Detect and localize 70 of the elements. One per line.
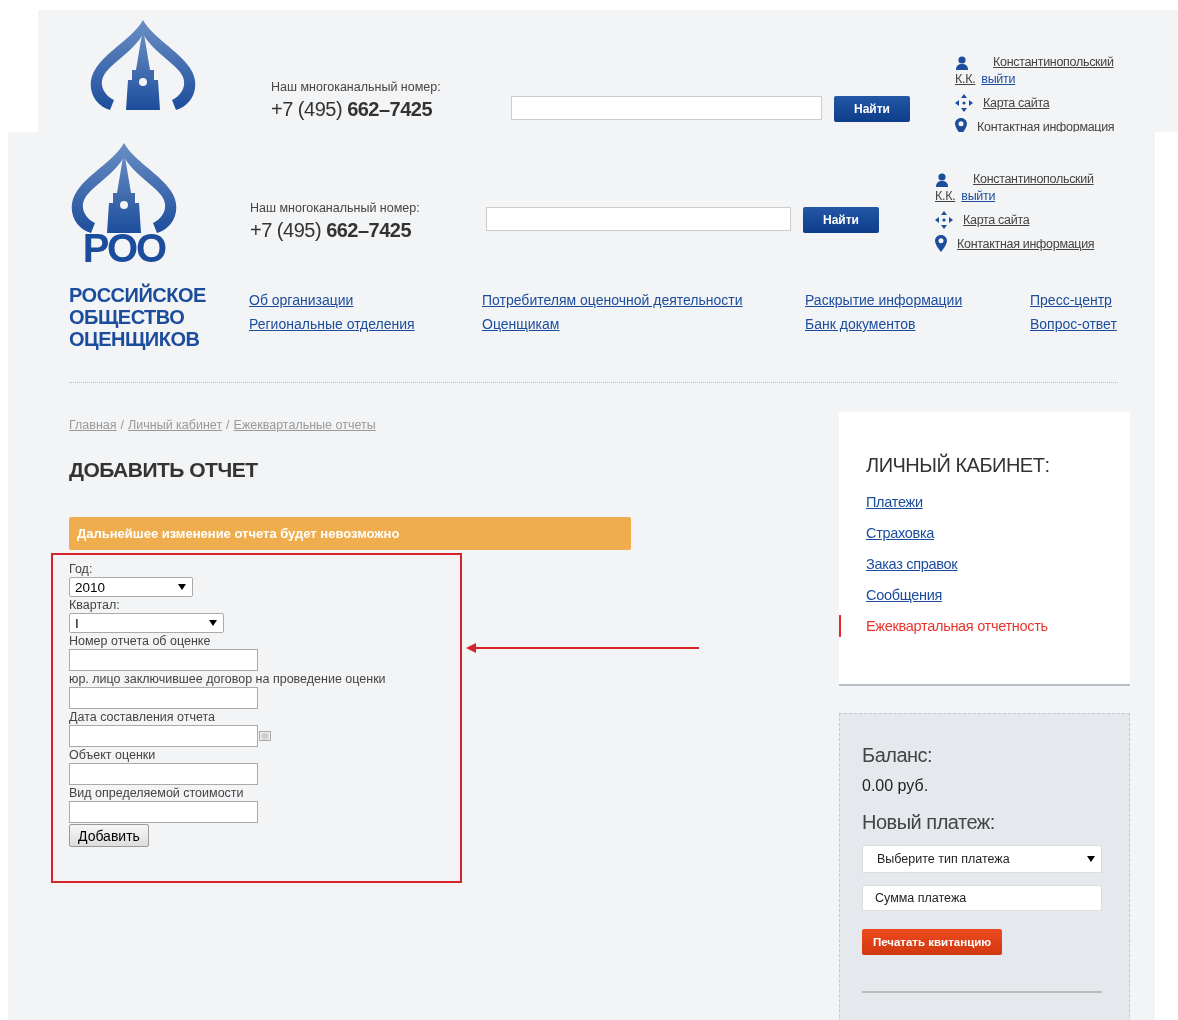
calendar-icon[interactable] — [259, 731, 271, 741]
balance-amount: 0.00 руб. — [862, 777, 930, 795]
menu-title: ЛИЧНЫЙ КАБИНЕТ: — [865, 454, 1051, 477]
search-field[interactable] — [511, 96, 822, 120]
phone-number: +7 (495) 662–7425 — [250, 219, 413, 242]
add-button[interactable]: Добавить — [69, 824, 149, 847]
select-field[interactable]: I — [69, 613, 224, 633]
nav-link[interactable]: Об организации — [249, 292, 482, 308]
sitemap-icon — [935, 211, 953, 229]
payment-type-select[interactable]: Выберите тип платежа — [862, 845, 1102, 873]
user-icon — [935, 172, 949, 187]
field-label: юр. лицо заключившее договор на проведение оценки — [69, 671, 386, 687]
field-label: Дата составления отчета — [69, 709, 215, 725]
print-receipt-button[interactable]: Печатать квитанцию — [862, 929, 1002, 955]
warning-banner: Дальнейшее изменение отчета будет невозможно — [69, 517, 631, 550]
logo-icon — [69, 143, 179, 233]
new-payment-label: Новый платеж: — [862, 811, 996, 834]
breadcrumb-separator: / — [226, 418, 230, 432]
nav-link[interactable]: Раскрытие информации — [805, 292, 1030, 308]
user-name-link[interactable]: Константинопольский — [993, 54, 1114, 71]
date-field[interactable] — [69, 725, 258, 747]
search-field[interactable] — [486, 207, 791, 231]
location-pin-icon — [955, 118, 967, 132]
caret-icon — [209, 620, 217, 626]
page-title: ДОБАВИТЬ ОТЧЕТ — [69, 458, 259, 482]
nav-link[interactable]: Банк документов — [805, 316, 1030, 332]
breadcrumb-separator: / — [120, 418, 125, 432]
balance-label: Баланс: — [862, 744, 934, 767]
phone-number: +7 (495) 662–7425 — [271, 98, 434, 121]
logout-link[interactable]: выйти — [981, 71, 1016, 88]
nav-link[interactable]: Вопрос-ответ — [1030, 316, 1130, 332]
search-button[interactable]: Найти — [803, 207, 879, 233]
field-label: Вид определяемой стоимости — [69, 785, 244, 801]
caret-icon — [178, 584, 186, 590]
text-field[interactable] — [69, 649, 258, 671]
user-name-link[interactable]: Константинопольский — [973, 171, 1094, 188]
nav-link[interactable]: Региональные отделения — [249, 316, 482, 332]
caret-icon — [1087, 856, 1095, 862]
field-label: Номер отчета об оценке — [69, 633, 211, 649]
nav-link[interactable]: Потребителям оценочной деятельности — [482, 292, 805, 308]
menu-link[interactable]: Ежеквартальная отчетность — [839, 615, 1048, 637]
payment-amount-field[interactable]: Сумма платежа — [862, 885, 1102, 911]
nav-link[interactable]: Пресс-центр — [1030, 292, 1130, 308]
phone-label: Наш многоканальный номер: — [271, 80, 442, 94]
text-field[interactable] — [69, 801, 258, 823]
sitemap-icon — [955, 94, 973, 112]
user-name-link[interactable]: К.К. — [935, 188, 956, 205]
sitemap-link[interactable]: Карта сайта — [983, 96, 1050, 110]
text-field[interactable] — [69, 687, 258, 709]
phone-label: Наш многоканальный номер: — [250, 201, 421, 215]
logout-link[interactable]: выйти — [961, 188, 996, 205]
user-icon — [955, 55, 969, 70]
sitemap-link[interactable]: Карта сайта — [963, 213, 1030, 227]
nav-link[interactable]: Оценщикам — [482, 316, 805, 332]
menu-link[interactable]: Заказ справок — [839, 553, 958, 575]
menu-link[interactable]: Платежи — [839, 491, 923, 513]
field-label: Квартал: — [69, 597, 120, 613]
organization-name: РОССИЙСКОЕ ОБЩЕСТВО ОЦЕНЩИКОВ — [69, 284, 207, 350]
select-field[interactable]: 2010 — [69, 577, 193, 597]
user-name-link[interactable]: К.К. — [955, 71, 976, 88]
logo-text: РОО — [82, 229, 166, 267]
text-field[interactable] — [69, 763, 258, 785]
field-label: Год: — [69, 561, 93, 577]
logo-icon — [88, 20, 198, 110]
menu-link[interactable]: Страховка — [839, 522, 935, 544]
search-button[interactable]: Найти — [834, 96, 910, 122]
menu-link[interactable]: Сообщения — [839, 584, 942, 606]
field-label: Объект оценки — [69, 747, 156, 763]
location-pin-icon — [935, 235, 947, 252]
contact-info-link[interactable]: Контактная информация — [957, 236, 1095, 251]
